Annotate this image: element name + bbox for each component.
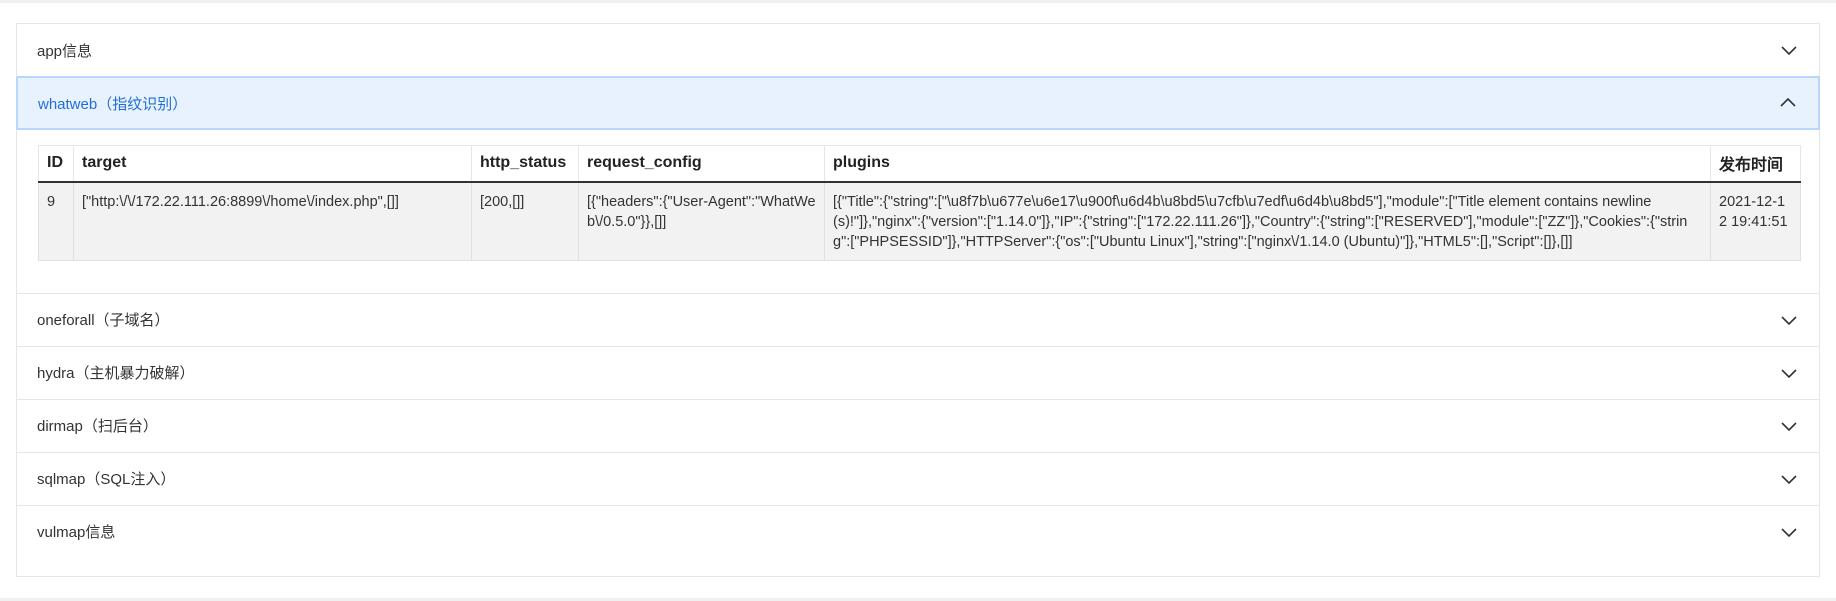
cell-id: 9 — [38, 181, 74, 261]
chevron-down-icon — [1779, 310, 1799, 330]
section-title: hydra（主机暴力破解） — [37, 365, 195, 382]
section-title: oneforall（子域名） — [37, 312, 170, 329]
top-divider — [0, 0, 1836, 3]
section-vulmap: vulmap信息 — [17, 506, 1819, 558]
section-header-vulmap[interactable]: vulmap信息 — [17, 506, 1819, 558]
section-title: vulmap信息 — [37, 524, 116, 541]
section-title: app信息 — [37, 42, 93, 60]
section-app-info: app信息 — [17, 24, 1819, 77]
cell-request-config: [{"headers":{"User-Agent":"WhatWeb\/0.5.… — [578, 181, 825, 261]
section-header-whatweb[interactable]: whatweb（指纹识别） — [16, 76, 1820, 130]
column-header-target: target — [73, 145, 472, 183]
section-dirmap: dirmap（扫后台） — [17, 400, 1819, 453]
chevron-down-icon — [1779, 416, 1799, 436]
column-header-id: ID — [38, 145, 74, 183]
section-hydra: hydra（主机暴力破解） — [17, 347, 1819, 400]
collapse-panel: app信息 whatweb（指纹识别） ID target http_statu… — [16, 23, 1820, 577]
section-oneforall: oneforall（子域名） — [17, 294, 1819, 347]
chevron-down-icon — [1779, 363, 1799, 383]
table-row: 9 ["http:\/\/172.22.111.26:8899\/home\/i… — [38, 181, 1801, 261]
cell-http-status: [200,[]] — [471, 181, 579, 261]
section-title: dirmap（扫后台） — [37, 418, 158, 435]
chevron-down-icon — [1779, 469, 1799, 489]
section-header-hydra[interactable]: hydra（主机暴力破解） — [17, 347, 1819, 399]
table-header-row: ID target http_status request_config plu… — [38, 145, 1801, 183]
cell-plugins: [{"Title":{"string":["\u8f7b\u677e\u6e17… — [824, 181, 1711, 261]
chevron-down-icon — [1779, 522, 1799, 542]
section-title: sqlmap（SQL注入） — [37, 471, 176, 488]
section-header-app-info[interactable]: app信息 — [17, 24, 1819, 76]
section-header-oneforall[interactable]: oneforall（子域名） — [17, 294, 1819, 346]
whatweb-table: ID target http_status request_config plu… — [38, 145, 1801, 261]
cell-publish-time: 2021-12-12 19:41:51 — [1710, 181, 1801, 261]
chevron-up-icon — [1778, 93, 1798, 113]
column-header-request-config: request_config — [578, 145, 825, 183]
column-header-http-status: http_status — [471, 145, 579, 183]
chevron-down-icon — [1779, 40, 1799, 60]
section-header-dirmap[interactable]: dirmap（扫后台） — [17, 400, 1819, 452]
column-header-plugins: plugins — [824, 145, 1711, 183]
section-title: whatweb（指纹识别） — [38, 95, 188, 113]
section-whatweb: whatweb（指纹识别） ID target http_status requ… — [16, 76, 1820, 294]
section-header-sqlmap[interactable]: sqlmap（SQL注入） — [17, 453, 1819, 505]
section-sqlmap: sqlmap（SQL注入） — [17, 453, 1819, 506]
column-header-publish-time: 发布时间 — [1710, 145, 1801, 183]
section-body-whatweb: ID target http_status request_config plu… — [17, 130, 1819, 293]
cell-target: ["http:\/\/172.22.111.26:8899\/home\/ind… — [73, 181, 472, 261]
